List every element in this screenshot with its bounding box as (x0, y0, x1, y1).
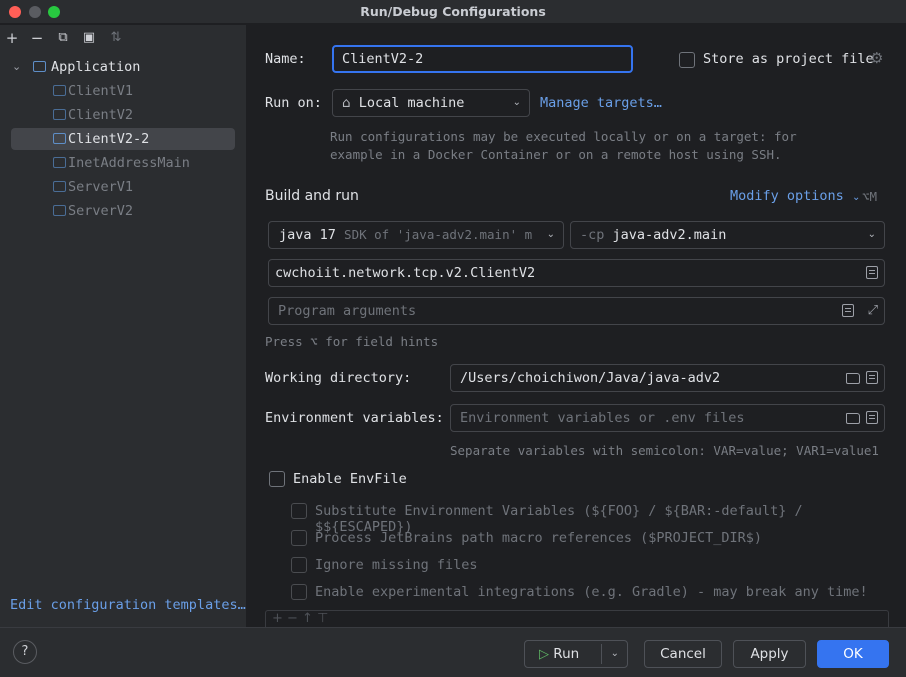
envfile-table: + − ↑ ⊤ (265, 610, 889, 627)
working-dir-label: Working directory: (265, 370, 412, 386)
tree-item-label: ServerV1 (68, 179, 134, 195)
chevron-down-icon: ⌄ (546, 229, 555, 240)
program-arguments-placeholder: Program arguments (278, 303, 417, 319)
play-icon: ▷ (539, 647, 549, 662)
run-on-label: Run on: (265, 95, 322, 111)
help-button[interactable]: ? (13, 640, 37, 664)
tree-item-label: ClientV1 (68, 83, 134, 99)
tree-group-label: Application (51, 59, 141, 75)
modify-options-label: Modify options (730, 188, 844, 204)
enable-envfile-label: Enable EnvFile (293, 471, 407, 487)
enable-envfile-checkbox[interactable] (269, 471, 285, 487)
application-config-icon (53, 85, 66, 96)
env-vars-label: Environment variables: (265, 410, 444, 426)
expand-icon[interactable]: ⤢ (868, 298, 878, 324)
window-title: Run/Debug Configurations (360, 4, 546, 19)
working-dir-input[interactable]: /Users/choichiwon/Java/java-adv2 (450, 364, 885, 392)
build-run-heading: Build and run (265, 188, 359, 204)
experimental-integrations-checkbox[interactable] (291, 584, 307, 600)
main-class-value: cwchoiit.network.tcp.v2.ClientV2 (275, 265, 536, 281)
store-project-checkbox[interactable] (679, 52, 695, 68)
tree-item-label: InetAddressMain (68, 155, 190, 171)
jdk-select[interactable]: java 17 SDK of 'java-adv2.main' m ⌄ (268, 221, 564, 249)
list-icon[interactable] (866, 371, 878, 384)
run-on-value: Local machine (358, 95, 465, 111)
tree-item-label: ClientV2 (68, 107, 134, 123)
run-on-select[interactable]: ⌂ Local machine ⌄ (332, 89, 530, 117)
name-input[interactable]: ClientV2-2 (332, 45, 633, 73)
run-button-label: Run (553, 646, 580, 662)
application-config-icon (53, 157, 66, 168)
run-button[interactable]: ▷ Run ⌄ (524, 640, 628, 668)
gear-icon[interactable]: ⚙ (870, 49, 883, 67)
table-toolbar[interactable]: + − ↑ ⊤ (272, 611, 328, 626)
tree-item-label: ServerV2 (68, 203, 134, 219)
chevron-down-icon: ⌄ (851, 192, 861, 203)
browse-list-icon[interactable] (866, 266, 878, 279)
application-config-icon (53, 133, 66, 144)
folder-icon[interactable] (846, 373, 860, 384)
add-icon[interactable]: + (3, 29, 21, 47)
env-vars-input[interactable]: Environment variables or .env files (450, 404, 885, 432)
edit-templates-link[interactable]: Edit configuration templates… (10, 597, 246, 613)
split-divider (601, 644, 602, 664)
folder-icon[interactable] (846, 413, 860, 424)
env-vars-placeholder: Environment variables or .env files (460, 410, 745, 426)
chevron-down-icon: ⌄ (512, 97, 521, 108)
classpath-value: java-adv2.main (612, 227, 727, 243)
manage-targets-link[interactable]: Manage targets… (540, 95, 662, 111)
main-class-input[interactable]: cwchoiit.network.tcp.v2.ClientV2 (268, 259, 885, 287)
tree-item-serverv2[interactable]: ServerV2 (0, 200, 247, 222)
application-config-icon (53, 181, 66, 192)
env-vars-hint: Separate variables with semicolon: VAR=v… (450, 443, 879, 458)
tree-item-inetaddressmain[interactable]: InetAddressMain (0, 152, 247, 174)
apply-button[interactable]: Apply (733, 640, 806, 668)
ignore-missing-label: Ignore missing files (315, 557, 478, 573)
list-icon[interactable] (866, 411, 878, 424)
classpath-select[interactable]: -cp java-adv2.main ⌄ (570, 221, 885, 249)
sort-icon[interactable]: ⇅ (107, 29, 125, 47)
configurations-sidebar: + − ⧉ ▣ ⇅ ⌄ Application ClientV1 ClientV… (0, 25, 247, 627)
tree-item-clientv2-2[interactable]: ClientV2-2 (11, 128, 235, 150)
program-arguments-input[interactable]: Program arguments ⤢ (268, 297, 885, 325)
tree-item-clientv2[interactable]: ClientV2 (0, 104, 247, 126)
experimental-integrations-label: Enable experimental integrations (e.g. G… (315, 584, 868, 600)
substitute-env-checkbox[interactable] (291, 503, 307, 519)
run-on-hint-line2: example in a Docker Container or on a re… (330, 147, 782, 162)
title-bar: Run/Debug Configurations (0, 0, 906, 24)
chevron-down-icon: ⌄ (867, 229, 876, 240)
tree-item-label: ClientV2-2 (68, 131, 150, 147)
new-folder-icon[interactable]: ▣ (80, 29, 98, 47)
home-icon: ⌂ (342, 95, 351, 111)
configuration-form: Name: ClientV2-2 Store as project file ⚙… (248, 25, 906, 627)
chevron-down-icon[interactable]: ⌄ (611, 641, 619, 667)
tree-group-application[interactable]: ⌄ Application (0, 56, 247, 78)
cancel-button[interactable]: Cancel (644, 640, 722, 668)
modify-options-shortcut: ⌥M (862, 189, 878, 204)
classpath-prefix: -cp (580, 227, 605, 243)
tree-item-serverv1[interactable]: ServerV1 (0, 176, 247, 198)
jdk-detail: SDK of 'java-adv2.main' m (344, 227, 533, 242)
application-config-icon (53, 109, 66, 120)
application-icon (33, 61, 46, 72)
jdk-name: java 17 (279, 227, 336, 243)
ignore-missing-checkbox[interactable] (291, 557, 307, 573)
working-dir-value: /Users/choichiwon/Java/java-adv2 (460, 370, 721, 386)
ok-button[interactable]: OK (817, 640, 889, 668)
application-config-icon (53, 205, 66, 216)
process-macros-checkbox[interactable] (291, 530, 307, 546)
list-icon[interactable] (842, 304, 854, 317)
dialog-footer: ? ▷ Run ⌄ Cancel Apply OK (0, 627, 906, 677)
run-on-hint-line1: Run configurations may be executed local… (330, 129, 797, 144)
chevron-down-icon[interactable]: ⌄ (12, 56, 21, 78)
process-macros-label: Process JetBrains path macro references … (315, 530, 763, 546)
tree-item-clientv1[interactable]: ClientV1 (0, 80, 247, 102)
remove-icon[interactable]: − (28, 29, 46, 47)
store-project-label: Store as project file (703, 51, 874, 67)
name-label: Name: (265, 51, 306, 67)
modify-options-link[interactable]: Modify options ⌄ (730, 188, 860, 204)
field-hint: Press ⌥ for field hints (265, 334, 439, 349)
copy-icon[interactable]: ⧉ (54, 29, 72, 47)
